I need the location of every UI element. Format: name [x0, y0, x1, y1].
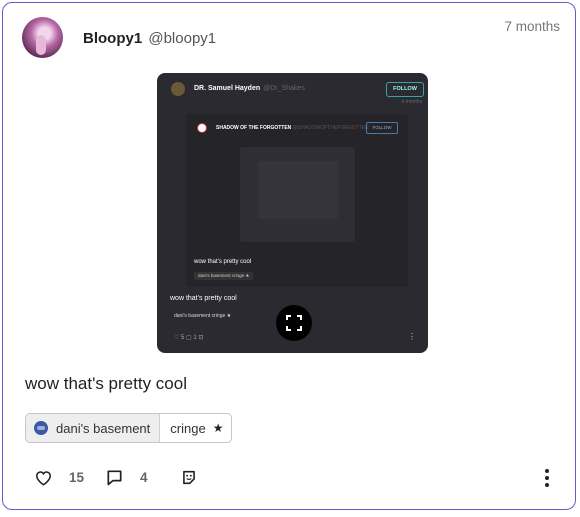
avatar[interactable]	[22, 17, 63, 58]
embed-inner-author: SHADOW OF THE FORGOTTEN @SHADOWOFTHEFORG…	[216, 125, 369, 131]
embed-inner-text: wow that's pretty cool	[194, 259, 252, 265]
author-name[interactable]: Bloopy1	[83, 30, 142, 47]
reaction-button[interactable]	[181, 469, 197, 486]
tag-community-label: dani's basement	[56, 420, 151, 436]
post-actions: 15 4	[35, 469, 197, 486]
dot-icon	[545, 483, 549, 487]
post-card: Bloopy1 @bloopy1 7 months DR. Samuel Hay…	[2, 2, 576, 510]
comment-button[interactable]: 4	[106, 469, 148, 486]
embed-inner-follow: FOLLOW	[366, 122, 398, 134]
tag-list: dani's basement cringe ★	[25, 413, 233, 443]
embed-text: wow that's pretty cool	[170, 295, 237, 302]
comment-icon	[107, 470, 122, 486]
tag-cringe[interactable]: cringe ★	[160, 414, 231, 442]
post-text: wow that's pretty cool	[25, 374, 187, 393]
dot-icon	[545, 476, 549, 480]
expand-button[interactable]	[276, 305, 312, 341]
star-icon: ★	[212, 421, 224, 435]
dot-icon	[545, 469, 549, 473]
embed-time: 4 months	[401, 99, 422, 105]
embed-nested-post	[240, 147, 355, 242]
like-count: 15	[69, 470, 85, 485]
post-author[interactable]: Bloopy1 @bloopy1	[83, 30, 216, 47]
author-handle: @bloopy1	[148, 30, 217, 47]
embed-follow-button: FOLLOW	[386, 82, 424, 97]
embed-menu-icon: ⋮	[408, 332, 416, 341]
embed-tags: dani's basement cringe ★	[174, 313, 232, 319]
more-options-button[interactable]	[539, 469, 555, 487]
tag-community[interactable]: dani's basement	[26, 414, 161, 442]
embed-inner-avatar	[197, 123, 207, 133]
post-time: 7 months	[504, 19, 560, 34]
tag-cringe-label: cringe	[170, 420, 206, 436]
embed-actions: ♡ 5 ▢ 1 ⊡	[174, 335, 204, 341]
like-button[interactable]: 15	[35, 470, 84, 486]
expand-icon	[286, 315, 302, 331]
community-icon	[34, 421, 48, 435]
embed-author: DR. Samuel Hayden @Dr_Shakes	[194, 85, 305, 92]
embed-inner-tags: dani's basement cringe ★	[194, 272, 254, 280]
sticker-icon	[182, 470, 195, 485]
embed-nested-post-deep	[258, 161, 338, 219]
heart-icon	[35, 470, 52, 486]
comment-count: 4	[140, 470, 148, 485]
embedded-screenshot[interactable]: DR. Samuel Hayden @Dr_Shakes FOLLOW 4 mon…	[157, 73, 428, 353]
embed-avatar	[171, 82, 185, 96]
embed-inner-post: SHADOW OF THE FORGOTTEN @SHADOWOFTHEFORG…	[186, 114, 408, 287]
